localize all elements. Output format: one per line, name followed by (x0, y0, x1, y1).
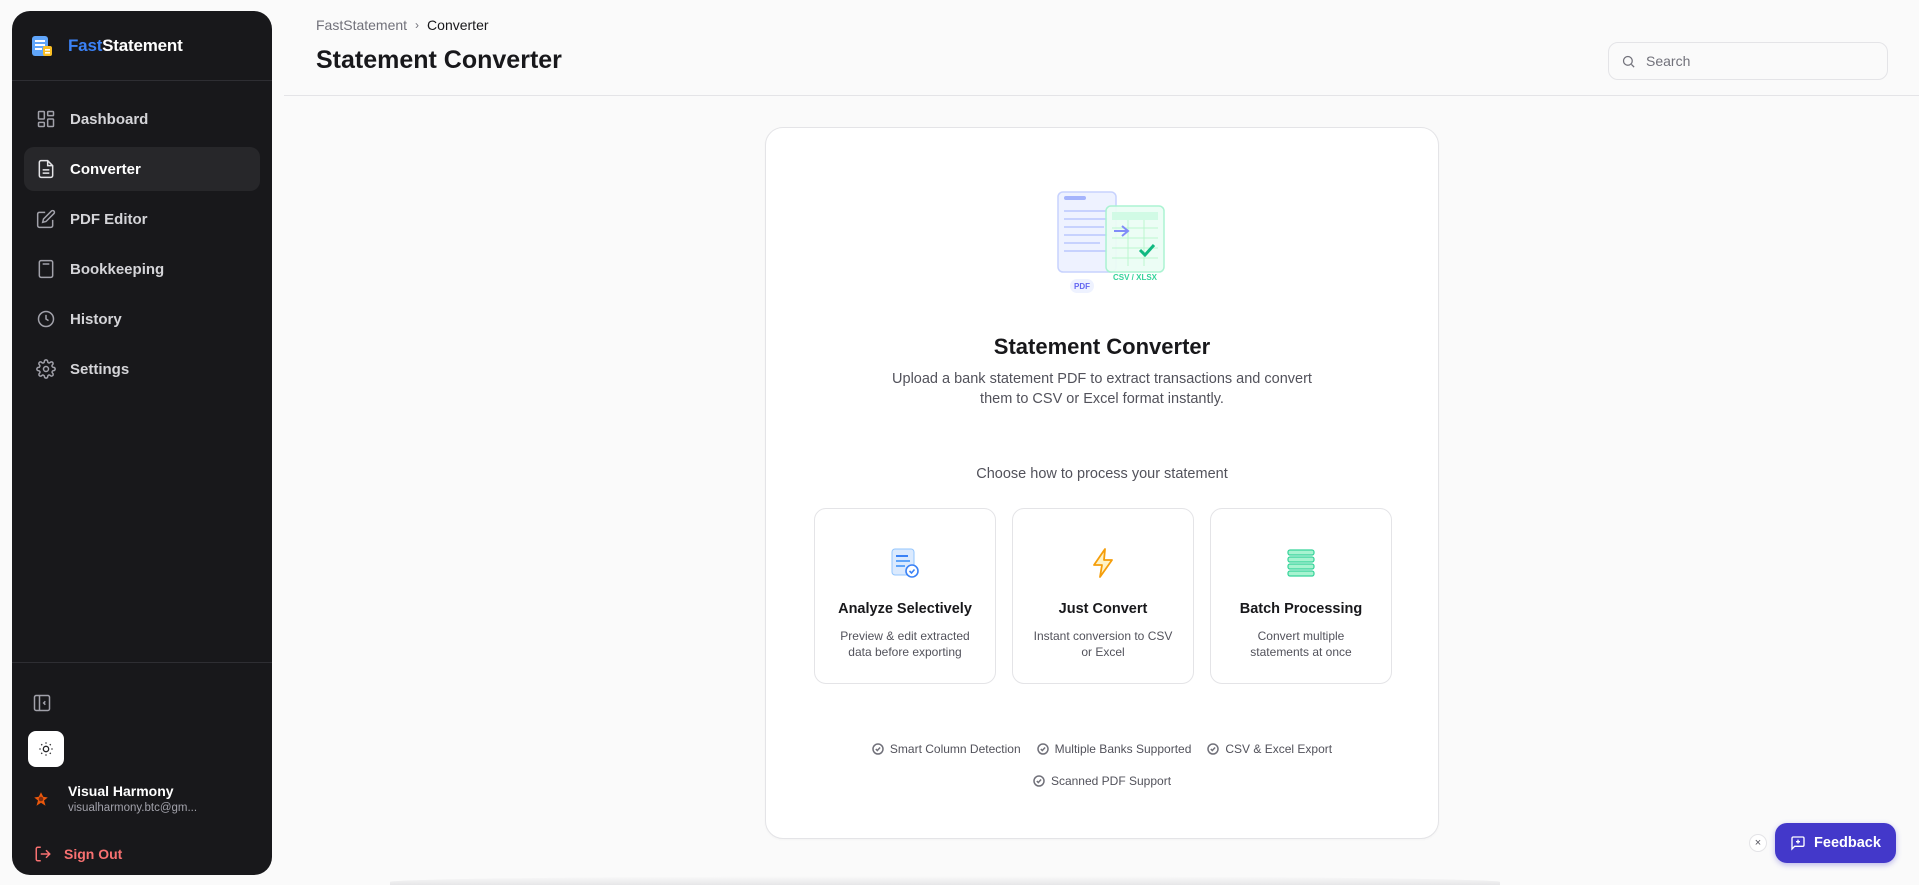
check-circle-icon (1036, 743, 1049, 755)
sidebar-item-pdf-editor[interactable]: PDF Editor (24, 197, 260, 241)
breadcrumb-item-current: Converter (427, 17, 489, 33)
brand[interactable]: FastStatement (12, 11, 272, 81)
converter-card: PDF CSV / XLSX Statement Converter Uploa… (765, 127, 1439, 839)
sidebar-item-dashboard[interactable]: Dashboard (24, 97, 260, 141)
check-circle-icon (1033, 775, 1045, 787)
sidebar-item-label: Bookkeeping (70, 260, 165, 278)
theme-toggle-button[interactable] (28, 731, 64, 767)
message-icon (1791, 836, 1805, 851)
dashboard-icon (37, 110, 55, 128)
option-description: Preview & edit extracted data before exp… (840, 629, 970, 659)
processing-options: Analyze Selectively Preview & edit extra… (814, 508, 1392, 684)
sidebar-item-label: PDF Editor (70, 210, 148, 228)
option-description: Convert multiple statements at once (1250, 629, 1352, 659)
feature-item: Scanned PDF Support (1033, 772, 1171, 790)
page-title: Statement Converter (316, 46, 562, 74)
sidebar-item-bookkeeping[interactable]: Bookkeeping (24, 247, 260, 291)
option-batch-processing[interactable]: Batch Processing Convert multiple statem… (1210, 508, 1392, 684)
check-circle-icon (1207, 743, 1220, 755)
sun-icon (39, 742, 53, 756)
lightning-icon (1013, 547, 1193, 581)
option-title: Analyze Selectively (838, 601, 972, 617)
svg-text:PDF: PDF (1074, 282, 1090, 291)
sidebar-collapse-icon (33, 694, 51, 712)
sidebar: FastStatement Dashboard Converter PDF Ed… (12, 11, 272, 875)
search-box[interactable] (1608, 42, 1888, 80)
sidebar-item-settings[interactable]: Settings (24, 347, 260, 391)
analyze-icon (815, 547, 995, 581)
card-title: Statement Converter (993, 334, 1211, 359)
clock-icon (37, 310, 55, 328)
avatar (30, 788, 52, 810)
collapse-sidebar-button[interactable] (32, 693, 54, 715)
option-just-convert[interactable]: Just Convert Instant conversion to CSV o… (1012, 508, 1194, 684)
feature-item: Smart Column Detection (872, 740, 1021, 758)
option-title: Just Convert (1058, 601, 1148, 617)
sidebar-item-label: History (70, 310, 122, 328)
stack-icon (1211, 547, 1391, 581)
sidebar-item-label: Converter (70, 160, 141, 178)
search-input[interactable] (1646, 53, 1866, 69)
pdf-to-spreadsheet-illustration: PDF CSV / XLSX (1057, 191, 1165, 293)
search-icon (1622, 55, 1635, 68)
bottom-shadow (390, 876, 1500, 885)
sidebar-nav: Dashboard Converter PDF Editor Bookkeepi… (12, 81, 272, 391)
edit-icon (36, 209, 56, 229)
choose-prompt: Choose how to process your statement (976, 466, 1228, 482)
brand-name: FastStatement (68, 35, 183, 55)
card-description: Upload a bank statement PDF to extract t… (892, 371, 1312, 407)
chevron-right-icon: › (415, 18, 420, 32)
page-header: FastStatement › Converter Statement Conv… (284, 0, 1919, 96)
avatar-icon (34, 791, 48, 806)
sidebar-item-label: Dashboard (70, 110, 149, 128)
user-email: visualharmony.btc@gm... (68, 802, 198, 814)
feature-list: Smart Column Detection Multiple Banks Su… (806, 740, 1398, 790)
app-logo-icon (32, 35, 52, 56)
calculator-icon (38, 259, 54, 279)
logout-icon (35, 846, 51, 862)
svg-text:CSV / XLSX: CSV / XLSX (1113, 273, 1158, 282)
sign-out-label: Sign Out (64, 846, 123, 862)
option-analyze-selectively[interactable]: Analyze Selectively Preview & edit extra… (814, 508, 996, 684)
check-circle-icon (872, 743, 884, 755)
gear-icon (36, 359, 56, 379)
user-profile[interactable]: Visual Harmony visualharmony.btc@gm... (30, 783, 197, 814)
feature-item: Multiple Banks Supported (1036, 740, 1191, 758)
feedback-button[interactable]: Feedback (1775, 823, 1896, 863)
feedback-label: Feedback (1814, 835, 1881, 851)
option-title: Batch Processing (1239, 601, 1363, 617)
sidebar-item-label: Settings (70, 360, 130, 378)
option-description: Instant conversion to CSV or Excel (1033, 629, 1173, 659)
sidebar-footer: Visual Harmony visualharmony.btc@gm... S… (12, 662, 272, 862)
document-icon (38, 159, 54, 179)
feature-item: CSV & Excel Export (1207, 740, 1332, 758)
sidebar-item-converter[interactable]: Converter (24, 147, 260, 191)
user-name: Visual Harmony (68, 783, 174, 799)
breadcrumb-item-home[interactable]: FastStatement (316, 17, 407, 33)
sidebar-item-history[interactable]: History (24, 297, 260, 341)
sign-out-button[interactable]: Sign Out (34, 845, 122, 863)
breadcrumb: FastStatement › Converter (316, 17, 489, 33)
feedback-close-button[interactable]: × (1749, 834, 1767, 852)
